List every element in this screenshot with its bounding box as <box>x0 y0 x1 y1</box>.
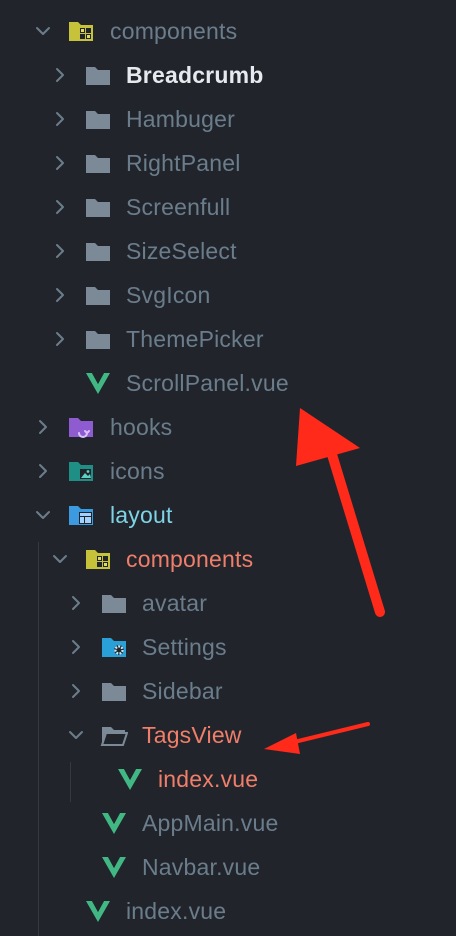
tree-item-label: Sidebar <box>142 678 223 704</box>
folder-icon <box>84 281 112 309</box>
tree-item-hambuger[interactable]: Hambuger <box>0 97 456 141</box>
chevron-down-icon[interactable] <box>64 713 88 757</box>
folder-icon <box>100 677 128 705</box>
chevron-right-icon[interactable] <box>48 317 72 361</box>
tree-item-label: Settings <box>142 634 227 660</box>
tree-item-screenfull[interactable]: Screenfull <box>0 185 456 229</box>
tree-item-rightpanel[interactable]: RightPanel <box>0 141 456 185</box>
tree-item-tagsview-index[interactable]: index.vue <box>0 757 456 801</box>
chevron-down-icon[interactable] <box>31 493 55 537</box>
tree-item-label: components <box>126 546 254 572</box>
tree-item-appmain[interactable]: AppMain.vue <box>0 801 456 845</box>
tree-item-svgicon[interactable]: SvgIcon <box>0 273 456 317</box>
tree-item-label: AppMain.vue <box>142 810 279 836</box>
chevron-right-icon[interactable] <box>48 53 72 97</box>
tree-item-breadcrumb[interactable]: Breadcrumb <box>0 53 456 97</box>
vue-file-icon <box>100 853 128 881</box>
components-folder-icon <box>67 17 95 45</box>
folder-icon <box>84 61 112 89</box>
tree-item-tagsview[interactable]: TagsView <box>0 713 456 757</box>
chevron-right-icon[interactable] <box>64 581 88 625</box>
vue-file-icon <box>100 809 128 837</box>
chevron-down-icon[interactable] <box>48 537 72 581</box>
tree-item-label: Navbar.vue <box>142 854 261 880</box>
tree-item-scrollpanel[interactable]: ScrollPanel.vue <box>0 361 456 405</box>
components-folder-icon <box>84 545 112 573</box>
tree-item-sizeselect[interactable]: SizeSelect <box>0 229 456 273</box>
tree-item-label: ScrollPanel.vue <box>126 370 289 396</box>
folder-icon <box>100 589 128 617</box>
chevron-right-icon[interactable] <box>48 97 72 141</box>
chevron-right-icon[interactable] <box>48 141 72 185</box>
chevron-right-icon[interactable] <box>64 625 88 669</box>
chevron-right-icon[interactable] <box>31 405 55 449</box>
tree-item-layout-components[interactable]: components <box>0 537 456 581</box>
tree-item-label: TagsView <box>142 722 242 748</box>
folder-icon <box>84 193 112 221</box>
tree-item-layout-index[interactable]: index.vue <box>0 889 456 933</box>
vue-file-icon <box>84 897 112 925</box>
layout-folder-icon <box>67 501 95 529</box>
settings-folder-icon <box>100 633 128 661</box>
chevron-right-icon[interactable] <box>48 229 72 273</box>
tree-item-settings[interactable]: Settings <box>0 625 456 669</box>
tree-item-sidebar[interactable]: Sidebar <box>0 669 456 713</box>
folder-icon <box>84 325 112 353</box>
tree-item-label: index.vue <box>158 766 259 792</box>
tree-item-themepicker[interactable]: ThemePicker <box>0 317 456 361</box>
folder-icon <box>84 105 112 133</box>
chevron-right-icon[interactable] <box>48 273 72 317</box>
folder-icon <box>84 237 112 265</box>
chevron-right-icon[interactable] <box>48 185 72 229</box>
tree-item-label: ThemePicker <box>126 326 264 352</box>
tree-item-label: index.vue <box>126 898 227 924</box>
tree-item-label: Breadcrumb <box>126 62 264 88</box>
hooks-folder-icon <box>67 413 95 441</box>
tree-item-label: avatar <box>142 590 208 616</box>
tree-item-navbar[interactable]: Navbar.vue <box>0 845 456 889</box>
tree-item-label: RightPanel <box>126 150 241 176</box>
tree-item-components[interactable]: components <box>0 9 456 53</box>
vue-file-icon <box>84 369 112 397</box>
tree-item-label: SizeSelect <box>126 238 237 264</box>
chevron-right-icon[interactable] <box>64 669 88 713</box>
chevron-right-icon[interactable] <box>31 449 55 493</box>
folder-open-icon <box>100 721 128 749</box>
tree-item-label: SvgIcon <box>126 282 211 308</box>
chevron-down-icon[interactable] <box>31 9 55 53</box>
tree-item-hooks[interactable]: hooks <box>0 405 456 449</box>
tree-item-label: layout <box>110 502 173 528</box>
tree-item-label: Screenfull <box>126 194 231 220</box>
tree-item-label: components <box>110 18 238 44</box>
tree-item-label: Hambuger <box>126 106 235 132</box>
images-folder-icon <box>67 457 95 485</box>
vue-file-icon <box>116 765 144 793</box>
tree-item-layout[interactable]: layout <box>0 493 456 537</box>
tree-item-label: hooks <box>110 414 173 440</box>
folder-icon <box>84 149 112 177</box>
tree-item-avatar[interactable]: avatar <box>0 581 456 625</box>
tree-item-label: icons <box>110 458 165 484</box>
tree-item-icons[interactable]: icons <box>0 449 456 493</box>
